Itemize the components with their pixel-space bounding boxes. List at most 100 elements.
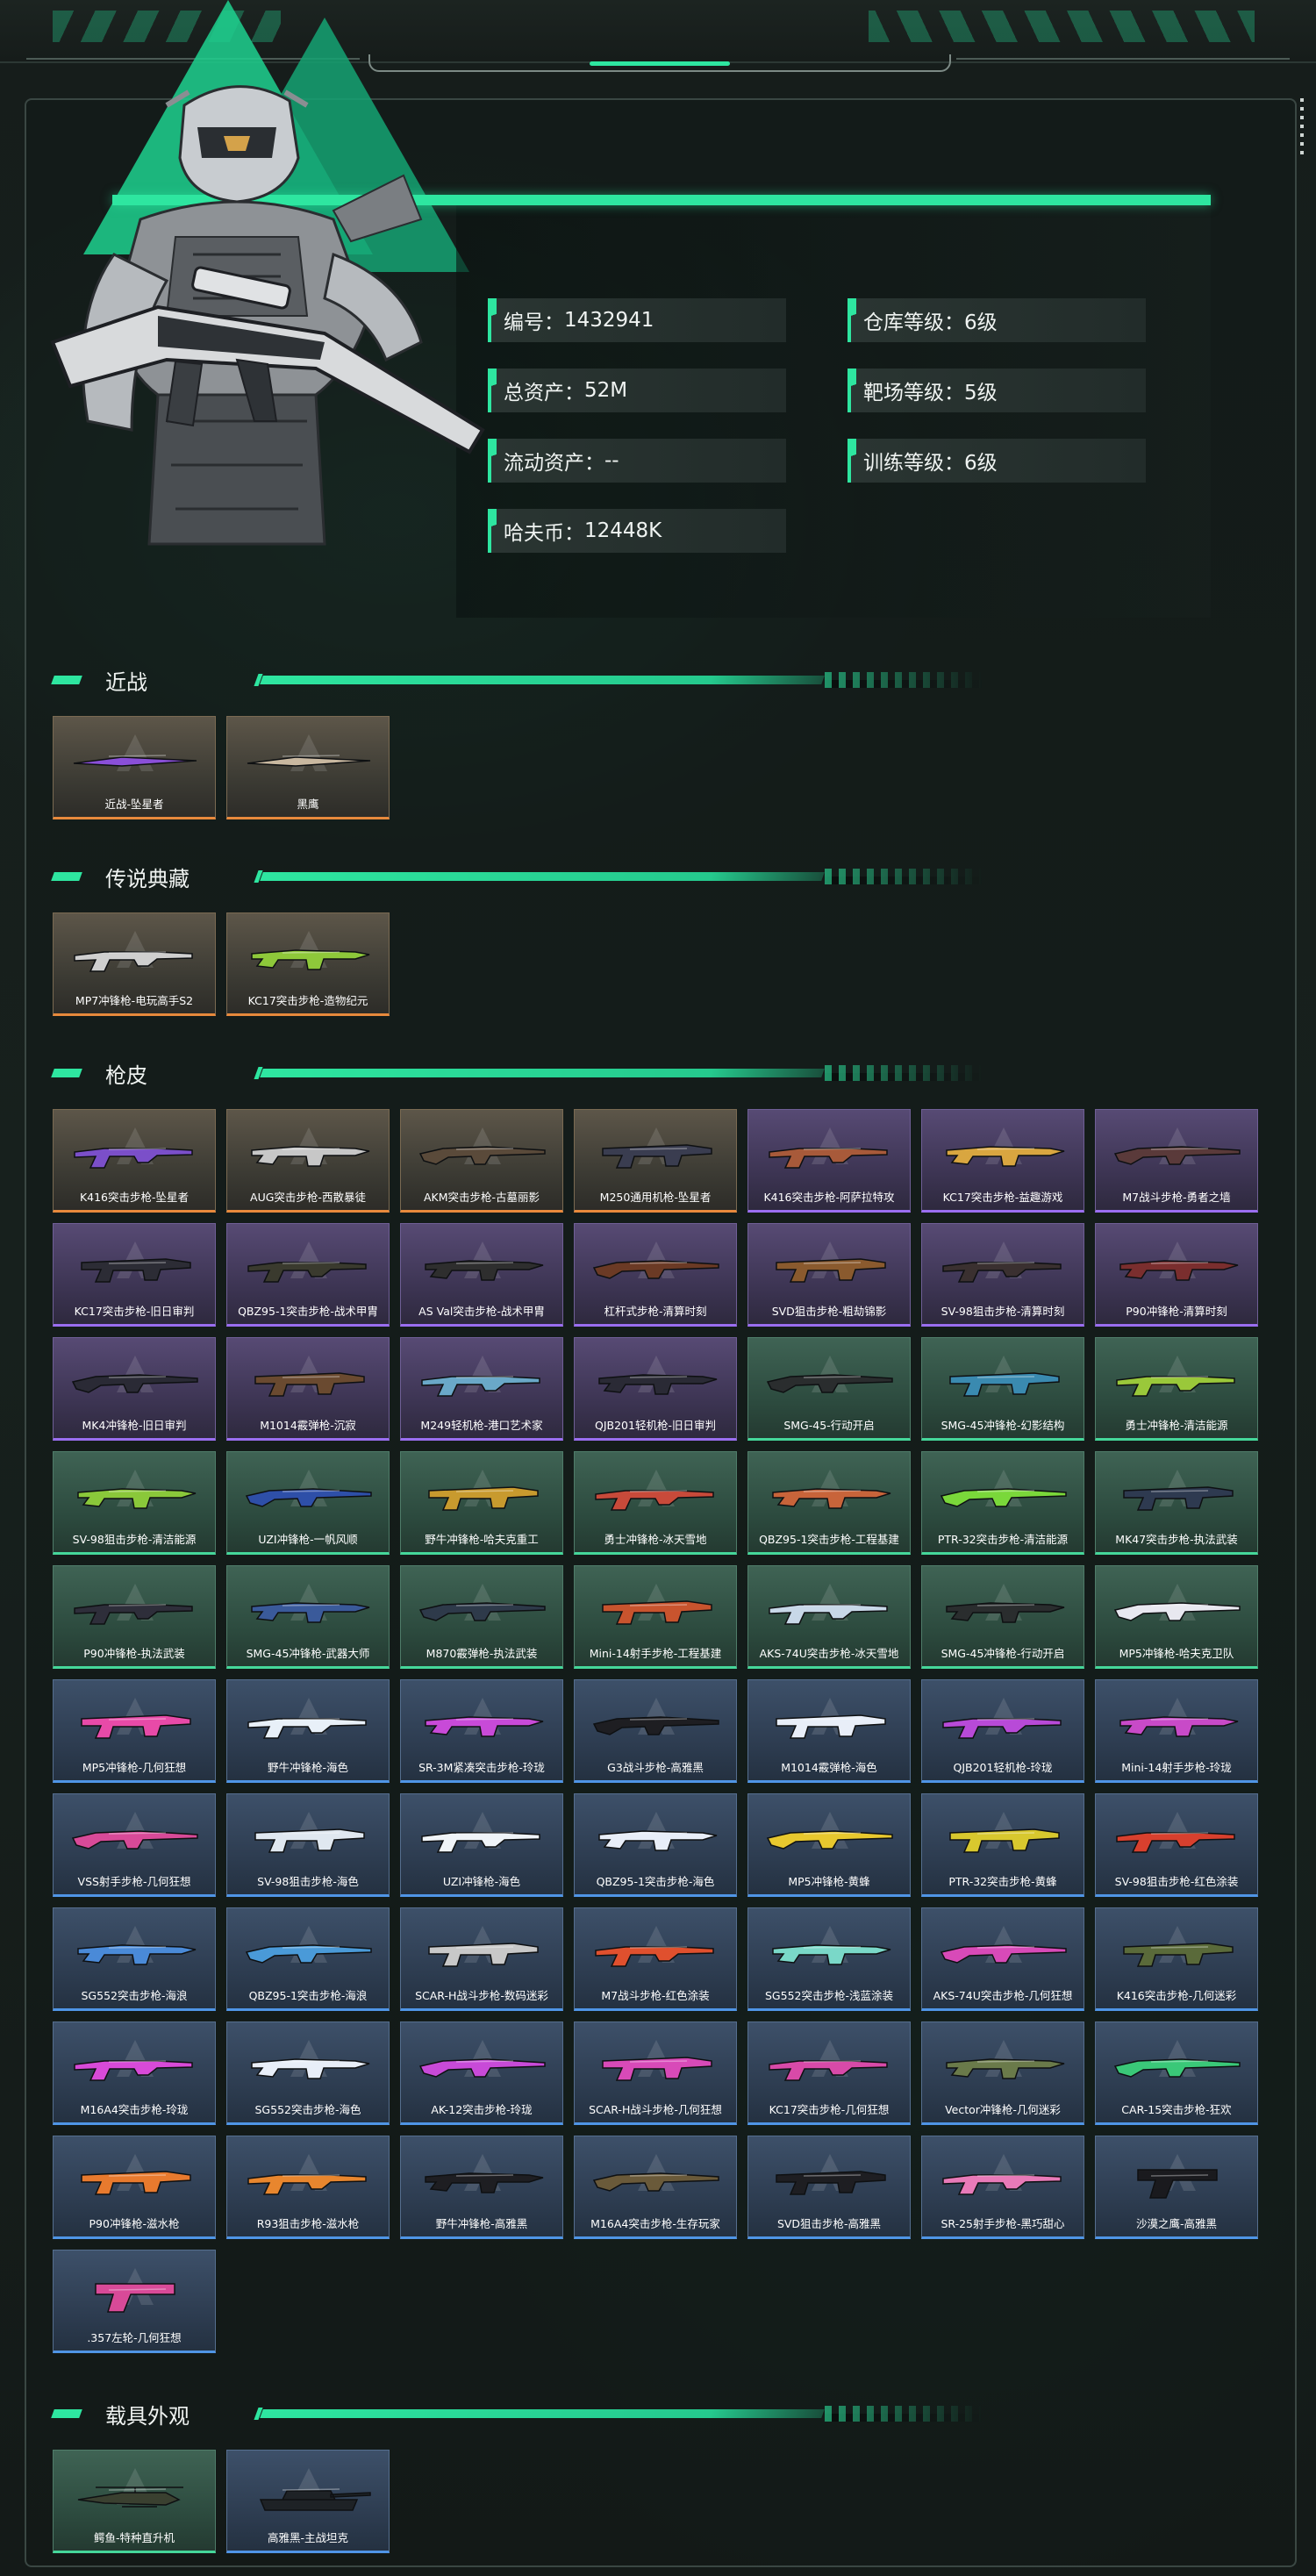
item-card[interactable]: KC17突击步枪-造物纪元 bbox=[226, 912, 390, 1016]
top-bar-stripes-right bbox=[869, 11, 1255, 42]
item-card[interactable]: SMG-45冲锋枪-行动开启 bbox=[921, 1565, 1084, 1669]
item-card[interactable]: QJB201轻机枪-玲珑 bbox=[921, 1679, 1084, 1783]
item-card[interactable]: 沙漠之鹰-高雅黑 bbox=[1095, 2136, 1258, 2239]
item-card[interactable]: M7战斗步枪-红色涂装 bbox=[574, 1907, 737, 2011]
item-card[interactable]: MP5冲锋枪-黄蜂 bbox=[747, 1793, 911, 1897]
item-card[interactable]: MP5冲锋枪-哈夫克卫队 bbox=[1095, 1565, 1258, 1669]
item-name: QJB201轻机枪-玲珑 bbox=[953, 1761, 1053, 1774]
item-card[interactable]: AKS-74U突击步枪-几何狂想 bbox=[921, 1907, 1084, 2011]
weapon-icon bbox=[71, 1830, 198, 1850]
item-card[interactable]: G3战斗步枪-高雅黑 bbox=[574, 1679, 737, 1783]
weapon-icon bbox=[776, 1714, 886, 1739]
item-card[interactable]: 鳄鱼-特种直升机 bbox=[53, 2450, 216, 2553]
item-card[interactable]: AK-12突击步枪-玲珑 bbox=[400, 2021, 563, 2125]
section-title: 枪皮 bbox=[105, 1063, 147, 1088]
item-card[interactable]: Mini-14射手步枪-玲珑 bbox=[1095, 1679, 1258, 1783]
item-name: SR-25射手步枪-黑巧甜心 bbox=[941, 2217, 1065, 2230]
scrollbar[interactable] bbox=[1300, 98, 1304, 160]
item-card[interactable]: Mini-14射手步枪-工程基建 bbox=[574, 1565, 737, 1669]
item-card[interactable]: MP5冲锋枪-几何狂想 bbox=[53, 1679, 216, 1783]
weapon-icon bbox=[1116, 1832, 1235, 1853]
item-card[interactable]: KC17突击步枪-益趣游戏 bbox=[921, 1109, 1084, 1213]
item-card[interactable]: VSS射手步枪-几何狂想 bbox=[53, 1793, 216, 1897]
weapon-icon bbox=[942, 1718, 1062, 1739]
item-card[interactable]: SCAR-H战斗步枪-数码迷彩 bbox=[400, 1907, 563, 2011]
item-card[interactable]: QBZ95-1突击步枪-工程基建 bbox=[747, 1451, 911, 1555]
item-card[interactable]: UZI冲锋枪-海色 bbox=[400, 1793, 563, 1897]
item-card[interactable]: P90冲锋枪-清算时刻 bbox=[1095, 1223, 1258, 1327]
section-header: 近战 bbox=[51, 669, 983, 695]
item-card[interactable]: Vector冲锋枪-几何迷彩 bbox=[921, 2021, 1084, 2125]
item-card[interactable]: SMG-45冲锋枪-幻影结构 bbox=[921, 1337, 1084, 1441]
item-card[interactable]: PTR-32突击步枪-清洁能源 bbox=[921, 1451, 1084, 1555]
item-card[interactable]: SMG-45冲锋枪-武器大师 bbox=[226, 1565, 390, 1669]
item-card[interactable]: KC17突击步枪-旧日审判 bbox=[53, 1223, 216, 1327]
item-card[interactable]: SVD狙击步枪-粗劫锦影 bbox=[747, 1223, 911, 1327]
item-card[interactable]: K416突击步枪-几何迷彩 bbox=[1095, 1907, 1258, 2011]
item-card[interactable]: R93狙击步枪-滋水枪 bbox=[226, 2136, 390, 2239]
weapon-icon bbox=[421, 1832, 540, 1853]
item-name: P90冲锋枪-滋水枪 bbox=[89, 2217, 180, 2230]
item-card[interactable]: 杠杆式步枪-清算时刻 bbox=[574, 1223, 737, 1327]
item-card[interactable]: QJB201轻机枪-旧日审判 bbox=[574, 1337, 737, 1441]
item-card[interactable]: CAR-15突击步枪-狂欢 bbox=[1095, 2021, 1258, 2125]
item-card[interactable]: SG552突击步枪-浅蓝涂装 bbox=[747, 1907, 911, 2011]
item-card[interactable]: MK4冲锋枪-旧日审判 bbox=[53, 1337, 216, 1441]
item-card[interactable]: M16A4突击步枪-玲珑 bbox=[53, 2021, 216, 2125]
weapon-icon bbox=[772, 1944, 891, 1965]
weapon-icon bbox=[602, 1144, 712, 1169]
item-card[interactable]: SV-98狙击步枪-红色涂装 bbox=[1095, 1793, 1258, 1897]
item-card[interactable]: M1014霰弹枪-海色 bbox=[747, 1679, 911, 1783]
item-card[interactable]: PTR-32突击步枪-黄蜂 bbox=[921, 1793, 1084, 1897]
item-card[interactable]: K416突击步枪-阿萨拉特攻 bbox=[747, 1109, 911, 1213]
weapon-icon bbox=[245, 1488, 372, 1507]
item-card[interactable]: 勇士冲锋枪-清洁能源 bbox=[1095, 1337, 1258, 1441]
item-card[interactable]: K416突击步枪-坠星者 bbox=[53, 1109, 216, 1213]
item-card[interactable]: SCAR-H战斗步枪-几何狂想 bbox=[574, 2021, 737, 2125]
item-card[interactable]: .357左轮-几何狂想 bbox=[53, 2250, 216, 2353]
item-card[interactable]: M7战斗步枪-勇者之墙 bbox=[1095, 1109, 1258, 1213]
item-card[interactable]: SV-98狙击步枪-清洁能源 bbox=[53, 1451, 216, 1555]
item-card[interactable]: MP7冲锋枪-电玩高手S2 bbox=[53, 912, 216, 1016]
item-card[interactable]: M249轻机枪-港口艺术家 bbox=[400, 1337, 563, 1441]
item-card[interactable]: SR-3M紧凑突击步枪-玲珑 bbox=[400, 1679, 563, 1783]
item-card[interactable]: 野牛冲锋枪-高雅黑 bbox=[400, 2136, 563, 2239]
item-card[interactable]: AKM突击步枪-古墓丽影 bbox=[400, 1109, 563, 1213]
item-card[interactable]: 野牛冲锋枪-哈夫克重工 bbox=[400, 1451, 563, 1555]
weapon-icon bbox=[946, 1146, 1065, 1167]
item-card[interactable]: M250通用机枪-坠星者 bbox=[574, 1109, 737, 1213]
item-card[interactable]: SG552突击步枪-海浪 bbox=[53, 1907, 216, 2011]
item-card[interactable]: MK47突击步枪-执法武装 bbox=[1095, 1451, 1258, 1555]
item-card[interactable]: M870霰弹枪-执法武装 bbox=[400, 1565, 563, 1669]
item-card[interactable]: AUG突击步枪-西散暴徒 bbox=[226, 1109, 390, 1213]
weapon-icon bbox=[81, 1258, 191, 1283]
item-card[interactable]: 野牛冲锋枪-海色 bbox=[226, 1679, 390, 1783]
item-card[interactable]: SV-98狙击步枪-海色 bbox=[226, 1793, 390, 1897]
item-card[interactable]: SR-25射手步枪-黑巧甜心 bbox=[921, 2136, 1084, 2239]
item-card[interactable]: SG552突击步枪-海色 bbox=[226, 2021, 390, 2125]
item-card[interactable]: 近战-坠星者 bbox=[53, 716, 216, 819]
item-card[interactable]: UZI冲锋枪-一帆风顺 bbox=[226, 1451, 390, 1555]
weapon-icon bbox=[418, 1146, 546, 1165]
item-card[interactable]: QBZ95-1突击步枪-战术甲胄 bbox=[226, 1223, 390, 1327]
item-name: Mini-14射手步枪-玲珑 bbox=[1121, 1761, 1232, 1774]
item-card[interactable]: 黑鹰 bbox=[226, 716, 390, 819]
item-card[interactable]: QBZ95-1突击步枪-海浪 bbox=[226, 1907, 390, 2011]
item-card[interactable]: 高雅黑-主战坦克 bbox=[226, 2450, 390, 2553]
item-card[interactable]: AS Val突击步枪-战术甲胄 bbox=[400, 1223, 563, 1327]
item-card[interactable]: QBZ95-1突击步枪-海色 bbox=[574, 1793, 737, 1897]
weapon-icon bbox=[428, 1486, 539, 1511]
item-card[interactable]: M1014霰弹枪-沉寂 bbox=[226, 1337, 390, 1441]
item-card[interactable]: M16A4突击步枪-生存玩家 bbox=[574, 2136, 737, 2239]
item-name: MP5冲锋枪-哈夫克卫队 bbox=[1119, 1647, 1234, 1660]
item-card[interactable]: P90冲锋枪-执法武装 bbox=[53, 1565, 216, 1669]
item-name: Vector冲锋枪-几何迷彩 bbox=[945, 2103, 1061, 2116]
item-card[interactable]: 勇士冲锋枪-冰天雪地 bbox=[574, 1451, 737, 1555]
item-card[interactable]: SVD狙击步枪-高雅黑 bbox=[747, 2136, 911, 2239]
item-card[interactable]: SMG-45-行动开启 bbox=[747, 1337, 911, 1441]
item-card[interactable]: SV-98狙击步枪-清算时刻 bbox=[921, 1223, 1084, 1327]
weapon-icon bbox=[1119, 1716, 1239, 1737]
item-card[interactable]: AKS-74U突击步枪-冰天雪地 bbox=[747, 1565, 911, 1669]
item-card[interactable]: P90冲锋枪-滋水枪 bbox=[53, 2136, 216, 2239]
item-card[interactable]: KC17突击步枪-几何狂想 bbox=[747, 2021, 911, 2125]
